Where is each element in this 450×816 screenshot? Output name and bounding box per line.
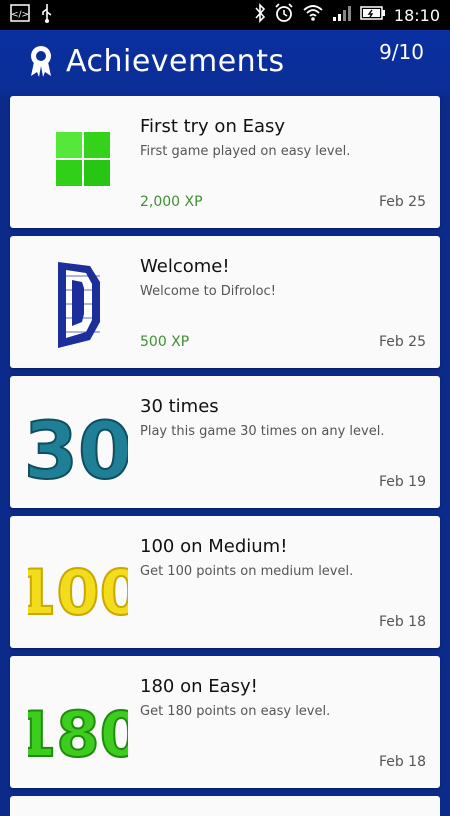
achievement-card[interactable]: First try on Easy First game played on e… bbox=[10, 96, 440, 228]
status-bar: </> 18:10 bbox=[0, 0, 450, 30]
achievement-description: Play this game 30 times on any level. bbox=[140, 424, 385, 439]
achievement-date: Feb 25 bbox=[378, 334, 426, 350]
achievement-card[interactable]: Welcome! Welcome to Difroloc! 500 XP Feb… bbox=[10, 236, 440, 368]
pixel-100-icon: 100 bbox=[12, 536, 143, 632]
achievement-title: 100 on Medium! bbox=[140, 536, 288, 557]
achievement-xp: 500 XP bbox=[140, 334, 190, 350]
green-block-icon bbox=[28, 116, 128, 212]
achievement-xp: 2,000 XP bbox=[140, 194, 203, 210]
battery-icon bbox=[360, 5, 386, 25]
usb-icon bbox=[40, 3, 54, 27]
achievement-title: Welcome! bbox=[140, 256, 230, 277]
status-time: 18:10 bbox=[393, 5, 440, 25]
svg-text:180: 180 bbox=[28, 698, 128, 771]
achievement-title: 30 times bbox=[140, 396, 219, 417]
achievement-list[interactable]: First try on Easy First game played on e… bbox=[10, 96, 440, 816]
pixel-30-icon: 30 bbox=[23, 396, 134, 498]
achievement-date: Feb 18 bbox=[378, 754, 426, 770]
achievement-date: Feb 25 bbox=[378, 194, 426, 210]
achievement-description: First game played on easy level. bbox=[140, 144, 351, 159]
pixel-d-icon bbox=[28, 256, 128, 352]
bluetooth-icon bbox=[254, 3, 266, 27]
achievement-title: 180 on Easy! bbox=[140, 676, 258, 697]
achievement-title: First try on Easy bbox=[140, 116, 286, 137]
achievement-description: Get 180 points on easy level. bbox=[140, 704, 331, 719]
app-header: Achievements 9/10 bbox=[0, 30, 450, 100]
code-icon: </> bbox=[10, 4, 30, 26]
achievement-description: Welcome to Difroloc! bbox=[140, 284, 276, 299]
wifi-icon bbox=[302, 4, 324, 26]
achievement-card[interactable]: 30 30 times Play this game 30 times on a… bbox=[10, 376, 440, 508]
signal-icon bbox=[332, 4, 352, 26]
pixel-180-icon: 180 bbox=[12, 676, 143, 772]
achievement-card[interactable]: 180 180 on Easy! Get 180 points on easy … bbox=[10, 656, 440, 788]
svg-text:100: 100 bbox=[28, 556, 128, 629]
award-ribbon-icon bbox=[28, 44, 54, 78]
svg-text:</>: </> bbox=[11, 10, 29, 20]
achievement-date: Feb 19 bbox=[378, 474, 426, 490]
page-title: Achievements bbox=[66, 44, 285, 79]
alarm-icon bbox=[274, 3, 294, 27]
achievement-card[interactable]: 100 100 on Medium! Get 100 points on med… bbox=[10, 516, 440, 648]
achievement-date: Feb 18 bbox=[378, 614, 426, 630]
achievement-card-partial[interactable] bbox=[10, 796, 440, 816]
achievement-description: Get 100 points on medium level. bbox=[140, 564, 354, 579]
svg-text:30: 30 bbox=[28, 407, 128, 492]
achievement-progress-count: 9/10 bbox=[379, 40, 424, 64]
